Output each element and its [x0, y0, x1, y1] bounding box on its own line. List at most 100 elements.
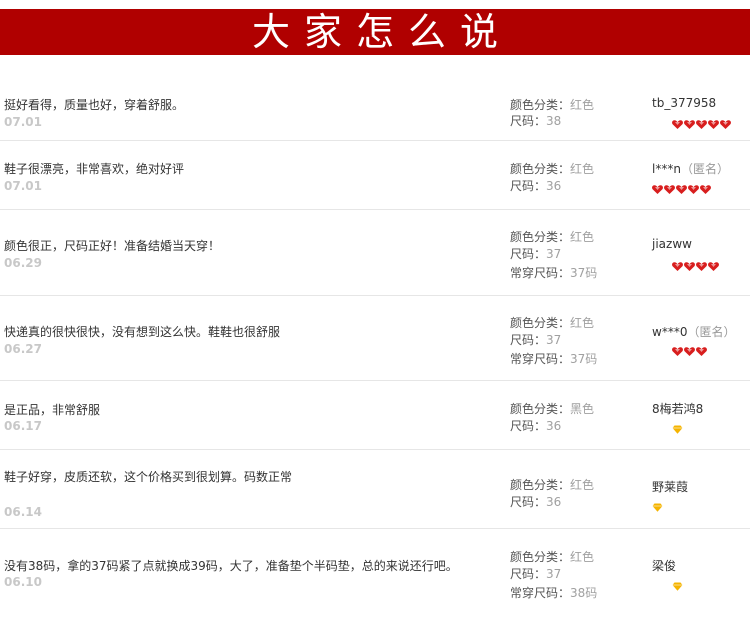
attr-size-value: 36 [546, 495, 562, 509]
reviewer-nick: l***n [652, 162, 681, 176]
heart-icon [720, 114, 731, 129]
reviewer-name: l***n（匿名） [652, 160, 729, 177]
attr-size-label: 尺码： [510, 333, 547, 347]
attr-size: 尺码：38 [510, 112, 561, 129]
attr-color: 颜色分类：红色 [510, 548, 594, 565]
reviewer-rank [672, 256, 720, 275]
anonymous-tag: （匿名） [680, 162, 729, 176]
attr-color-label: 颜色分类： [510, 550, 571, 564]
attr-color: 颜色分类：黑色 [510, 400, 594, 417]
review-text: 是正品，非常舒服 [4, 403, 101, 417]
attr-size: 尺码：37 [510, 565, 561, 582]
attr-color-value: 红色 [570, 230, 595, 244]
heart-icon [696, 256, 707, 271]
heart-icon [652, 179, 663, 194]
reviewer-name: 8梅若鸿8 [652, 400, 703, 417]
attr-color-label: 颜色分类： [510, 98, 571, 112]
reviewer-nick: 梁俊 [652, 559, 677, 573]
heart-icon [708, 256, 719, 271]
attr-color-value: 红色 [570, 316, 595, 330]
heart-icon [672, 341, 683, 356]
reviewer-nick: 野莱葭 [652, 480, 689, 494]
attr-size-value: 37 [546, 567, 562, 581]
row-divider [0, 140, 750, 141]
attr-color-value: 红色 [570, 162, 595, 176]
heart-icon [688, 179, 699, 194]
page-title: 大家怎么说 [251, 10, 512, 54]
attr-size-value: 36 [546, 419, 562, 433]
reviewer-rank [652, 179, 712, 198]
heart-icon [700, 179, 711, 194]
attr-size-label: 尺码： [510, 567, 547, 581]
attr-size-label: 尺码： [510, 114, 547, 128]
attr-usual-size: 常穿尺码：38码 [510, 584, 597, 601]
attr-usual-size-value: 38码 [570, 586, 598, 600]
review-date: 07.01 [4, 115, 42, 129]
attr-usual-size: 常穿尺码：37码 [510, 264, 597, 281]
attr-color-label: 颜色分类： [510, 478, 571, 492]
row-divider [0, 209, 750, 210]
review-text: 挺好看得，质量也好，穿着舒服。 [4, 98, 185, 112]
attr-usual-size-label: 常穿尺码： [510, 352, 571, 366]
attr-size: 尺码：37 [510, 245, 561, 262]
attr-size: 尺码：36 [510, 493, 561, 510]
reviewer-rank [672, 576, 683, 595]
attr-usual-size-label: 常穿尺码： [510, 586, 571, 600]
review-text: 快递真的很快很快，没有想到这么快。鞋鞋也很舒服 [4, 325, 281, 339]
reviewer-nick: tb_377958 [652, 96, 717, 110]
reviewer-rank [672, 419, 683, 438]
attr-size-value: 37 [546, 247, 562, 261]
attr-color: 颜色分类：红色 [510, 314, 594, 331]
review-text: 颜色很正，尺码正好！准备结婚当天穿！ [4, 239, 221, 253]
attr-color-value: 红色 [570, 478, 595, 492]
attr-size-value: 38 [546, 114, 562, 128]
row-divider [0, 295, 750, 296]
attr-size-value: 36 [546, 179, 562, 193]
attr-color-label: 颜色分类： [510, 162, 571, 176]
attr-usual-size-value: 37码 [570, 266, 598, 280]
attr-color-value: 红色 [570, 98, 595, 112]
review-date: 07.01 [4, 179, 42, 193]
review-text: 没有38码，拿的37码紧了点就换成39码，大了，准备垫个半码垫，总的来说还行吧。 [4, 559, 458, 573]
diamond-icon [672, 576, 683, 591]
heart-icon [696, 341, 707, 356]
reviewer-rank [652, 497, 663, 516]
attr-usual-size-value: 37码 [570, 352, 598, 366]
row-divider [0, 528, 750, 529]
reviewer-rank [672, 341, 708, 360]
reviewer-name: 野莱葭 [652, 478, 688, 495]
review-date: 06.27 [4, 342, 42, 356]
attr-color: 颜色分类：红色 [510, 228, 594, 245]
review-date: 06.29 [4, 256, 42, 270]
reviewer-nick: w***0 [652, 325, 688, 339]
review-text: 鞋子很漂亮，非常喜欢，绝对好评 [4, 162, 185, 176]
heart-icon [672, 256, 683, 271]
review-text: 鞋子好穿，皮质还软，这个价格买到很划算。码数正常 [4, 470, 293, 484]
review-date: 06.14 [4, 505, 42, 519]
attr-usual-size: 常穿尺码：37码 [510, 350, 597, 367]
attr-color-label: 颜色分类： [510, 316, 571, 330]
attr-color: 颜色分类：红色 [510, 96, 594, 113]
attr-size-label: 尺码： [510, 495, 547, 509]
heart-icon [676, 179, 687, 194]
attr-size: 尺码：36 [510, 177, 561, 194]
reviewer-name: w***0（匿名） [652, 323, 735, 340]
heart-icon [708, 114, 719, 129]
attr-size-value: 37 [546, 333, 562, 347]
reviewer-nick: 8梅若鸿8 [652, 402, 704, 416]
attr-color-label: 颜色分类： [510, 230, 571, 244]
reviewer-rank [672, 114, 732, 133]
attr-color-label: 颜色分类： [510, 402, 571, 416]
review-date: 06.17 [4, 419, 42, 433]
reviewer-nick: jiazww [652, 237, 692, 251]
anonymous-tag: （匿名） [687, 325, 736, 339]
reviewer-name: jiazww [652, 237, 692, 251]
heart-icon [684, 114, 695, 129]
attr-color-value: 黑色 [570, 402, 595, 416]
attr-size: 尺码：37 [510, 331, 561, 348]
heart-icon [672, 114, 683, 129]
heart-icon [684, 341, 695, 356]
diamond-icon [652, 497, 663, 512]
attr-usual-size-label: 常穿尺码： [510, 266, 571, 280]
attr-color-value: 红色 [570, 550, 595, 564]
